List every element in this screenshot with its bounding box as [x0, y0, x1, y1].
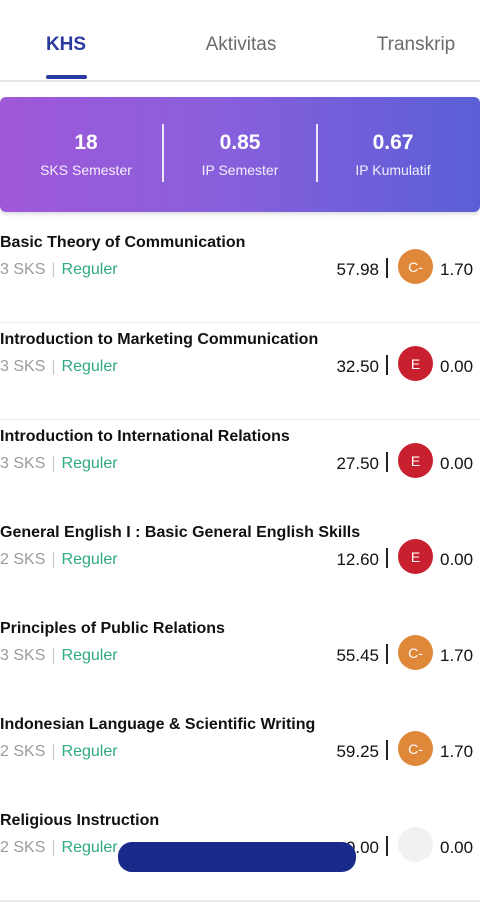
course-type: Reguler	[61, 839, 118, 856]
ip-kumulatif-label: IP Kumulatif	[355, 162, 431, 178]
course-gpa: 0.00	[440, 838, 474, 857]
course-meta: 3 SKS | Reguler	[0, 261, 118, 278]
course-meta: 2 SKS | Reguler	[0, 551, 118, 568]
course-name: Basic Theory of Communication	[0, 234, 246, 251]
course-item[interactable]: Introduction to Marketing Communication …	[0, 323, 480, 421]
course-score: 59.25	[336, 742, 379, 761]
course-item[interactable]: Basic Theory of Communication 3 SKS | Regu…	[0, 226, 480, 324]
tab-bar: KHS Aktivitas Transkrip	[0, 0, 480, 82]
course-name: Indonesian Language & Scientific Writing	[0, 716, 316, 733]
grade-badge: E	[398, 346, 433, 381]
course-score: 57.98	[336, 260, 379, 279]
course-meta: 3 SKS | Reguler	[0, 455, 118, 472]
course-name: General English I : Basic General Englis…	[0, 524, 361, 541]
summary-divider	[316, 124, 318, 182]
course-meta: 3 SKS | Reguler	[0, 358, 118, 375]
course-meta: 3 SKS | Reguler	[0, 647, 118, 664]
tab-khs[interactable]: KHS	[46, 34, 86, 56]
course-gpa: 1.70	[440, 742, 474, 761]
course-gpa: 0.00	[440, 454, 474, 473]
ip-kumulatif-value: 0.67	[372, 131, 414, 154]
course-name: Principles of Public Relations	[0, 620, 225, 637]
course-score: 12.60	[336, 550, 379, 569]
course-type: Reguler	[61, 647, 118, 664]
active-tab-indicator	[46, 75, 87, 79]
course-gpa: 1.70	[440, 646, 474, 665]
course-name: Introduction to International Relations	[0, 428, 290, 445]
course-item[interactable]: Principles of Public Relations 3 SKS | Reg…	[0, 612, 480, 710]
course-type: Reguler	[61, 261, 118, 278]
course-item[interactable]: Introduction to International Relations …	[0, 420, 480, 518]
course-sks: 3 SKS	[0, 358, 46, 375]
score-separator	[386, 548, 388, 568]
course-name: Introduction to Marketing Communication	[0, 331, 319, 348]
score-separator	[386, 740, 388, 760]
summary-card: 18 SKS Semester 0.85 IP Semester 0.67 IP…	[0, 97, 480, 212]
course-sks: 3 SKS	[0, 455, 46, 472]
course-item[interactable]: Indonesian Language & Scientific Writing…	[0, 708, 480, 806]
course-sks: 3 SKS	[0, 261, 46, 278]
score-separator	[386, 258, 388, 278]
score-separator	[386, 452, 388, 472]
course-type: Reguler	[61, 358, 118, 375]
grade-badge: E	[398, 539, 433, 574]
course-meta: 2 SKS | Reguler	[0, 743, 118, 760]
course-sks: 2 SKS	[0, 551, 46, 568]
course-gpa: 0.00	[440, 550, 474, 569]
course-gpa: 0.00	[440, 357, 474, 376]
course-meta: 2 SKS | Reguler	[0, 839, 118, 856]
course-type: Reguler	[61, 455, 118, 472]
course-sks: 3 SKS	[0, 647, 46, 664]
grade-badge	[398, 827, 433, 862]
grade-badge: E	[398, 443, 433, 478]
course-score: 32.50	[336, 357, 379, 376]
score-separator	[386, 836, 388, 856]
summary-divider	[162, 124, 164, 182]
grade-badge: C-	[398, 731, 433, 766]
course-gpa: 1.70	[440, 260, 474, 279]
course-score: 55.45	[336, 646, 379, 665]
grade-badge: C-	[398, 635, 433, 670]
ip-semester-value: 0.85	[219, 131, 261, 154]
course-score: 27.50	[336, 454, 379, 473]
course-type: Reguler	[61, 743, 118, 760]
score-separator	[386, 644, 388, 664]
ip-semester-label: IP Semester	[201, 162, 279, 178]
bottom-action-bar[interactable]	[118, 842, 356, 872]
sks-semester-value: 18	[74, 131, 98, 154]
course-item[interactable]: General English I : Basic General Englis…	[0, 516, 480, 614]
course-sks: 2 SKS	[0, 743, 46, 760]
tab-aktivitas[interactable]: Aktivitas	[206, 34, 277, 56]
course-type: Reguler	[61, 551, 118, 568]
sks-semester-label: SKS Semester	[40, 162, 132, 178]
tab-transkrip[interactable]: Transkrip	[377, 34, 455, 56]
grade-badge: C-	[398, 249, 433, 284]
score-separator	[386, 355, 388, 375]
course-name: Religious Instruction	[0, 812, 160, 829]
course-sks: 2 SKS	[0, 839, 46, 856]
